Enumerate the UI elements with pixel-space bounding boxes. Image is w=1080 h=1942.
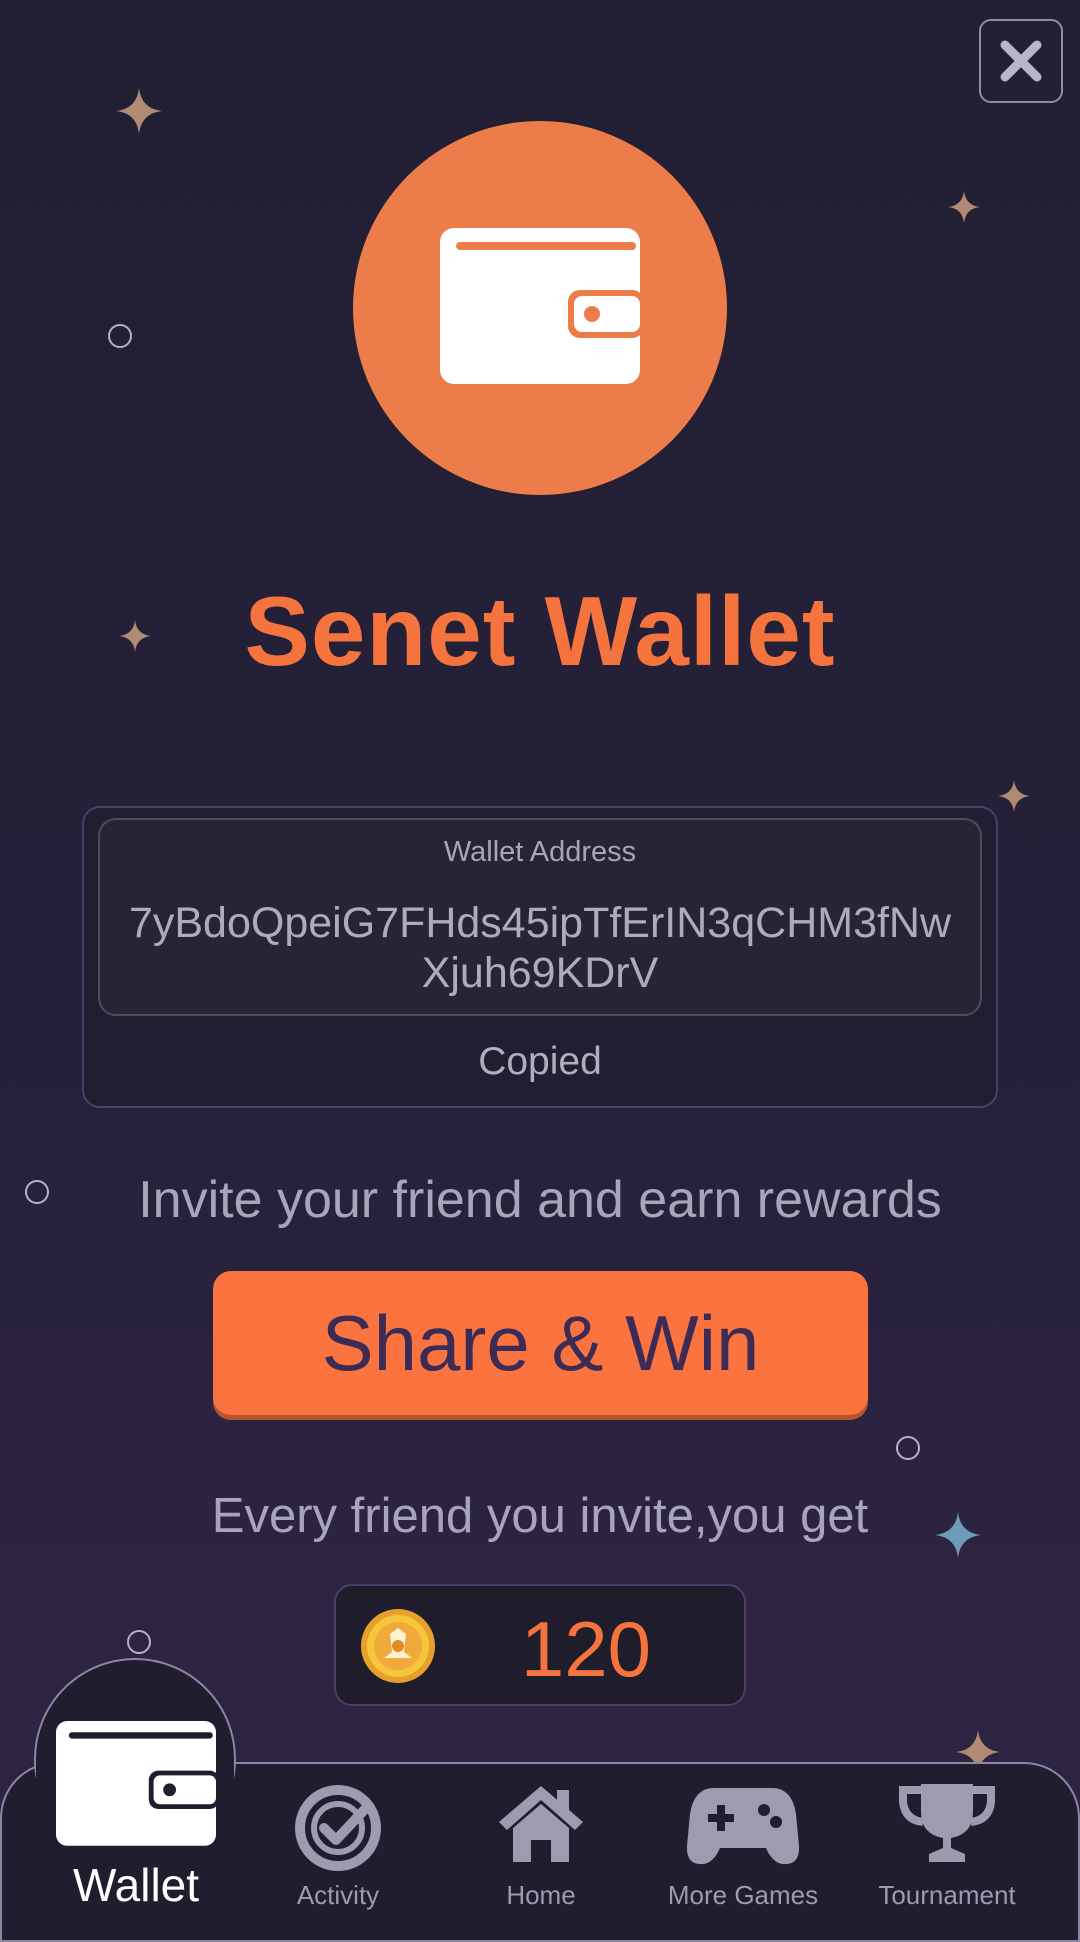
sparkle-icon (116, 88, 162, 134)
gamepad-icon (686, 1788, 800, 1865)
wallet-icon (56, 1721, 216, 1846)
decor-circle (108, 324, 132, 348)
reward-description: Every friend you invite,you get (211, 1489, 869, 1543)
nav-label-activity: Activity (296, 1880, 380, 1910)
wallet-address-field[interactable]: Wallet Address 7yBdoQpeiG7FHds45ipTfErIN… (98, 818, 982, 1016)
reward-amount-box: 120 (334, 1584, 746, 1706)
nav-item-wallet[interactable]: Wallet (36, 1712, 236, 1920)
invite-text: Invite your friend and earn rewards (138, 1171, 942, 1229)
nav-label-tournament: Tournament (878, 1880, 1016, 1910)
check-circle-icon (295, 1785, 381, 1871)
nav-label-more-games: More Games (667, 1880, 819, 1910)
close-button[interactable] (979, 19, 1063, 103)
wallet-address-value[interactable]: 7yBdoQpeiG7FHds45ipTfErIN3qCHM3fNwXjuh69… (120, 898, 960, 998)
sparkle-icon (998, 780, 1030, 812)
nav-item-home[interactable]: Home (441, 1778, 641, 1920)
nav-label-home: Home (506, 1880, 576, 1910)
nav-item-more-games[interactable]: More Games (643, 1778, 843, 1920)
nav-item-activity[interactable]: Activity (238, 1778, 438, 1920)
share-win-button[interactable]: Share & Win (213, 1271, 868, 1415)
decor-circle (896, 1436, 920, 1460)
wallet-address-label: Wallet Address (443, 836, 637, 868)
nav-label-wallet: Wallet (72, 1859, 200, 1911)
wallet-hero-badge (353, 121, 727, 495)
close-icon (1000, 40, 1042, 82)
reward-amount: 120 (520, 1605, 652, 1693)
coin-icon (361, 1609, 435, 1683)
copy-status-text: Copied (478, 1040, 602, 1083)
wallet-icon (440, 228, 640, 384)
nav-item-tournament[interactable]: Tournament (847, 1778, 1047, 1920)
page-title: Senet Wallet (244, 576, 836, 686)
trophy-icon (899, 1784, 995, 1862)
sparkle-icon (948, 191, 980, 223)
decor-circle (127, 1630, 151, 1654)
home-icon (499, 1786, 583, 1862)
